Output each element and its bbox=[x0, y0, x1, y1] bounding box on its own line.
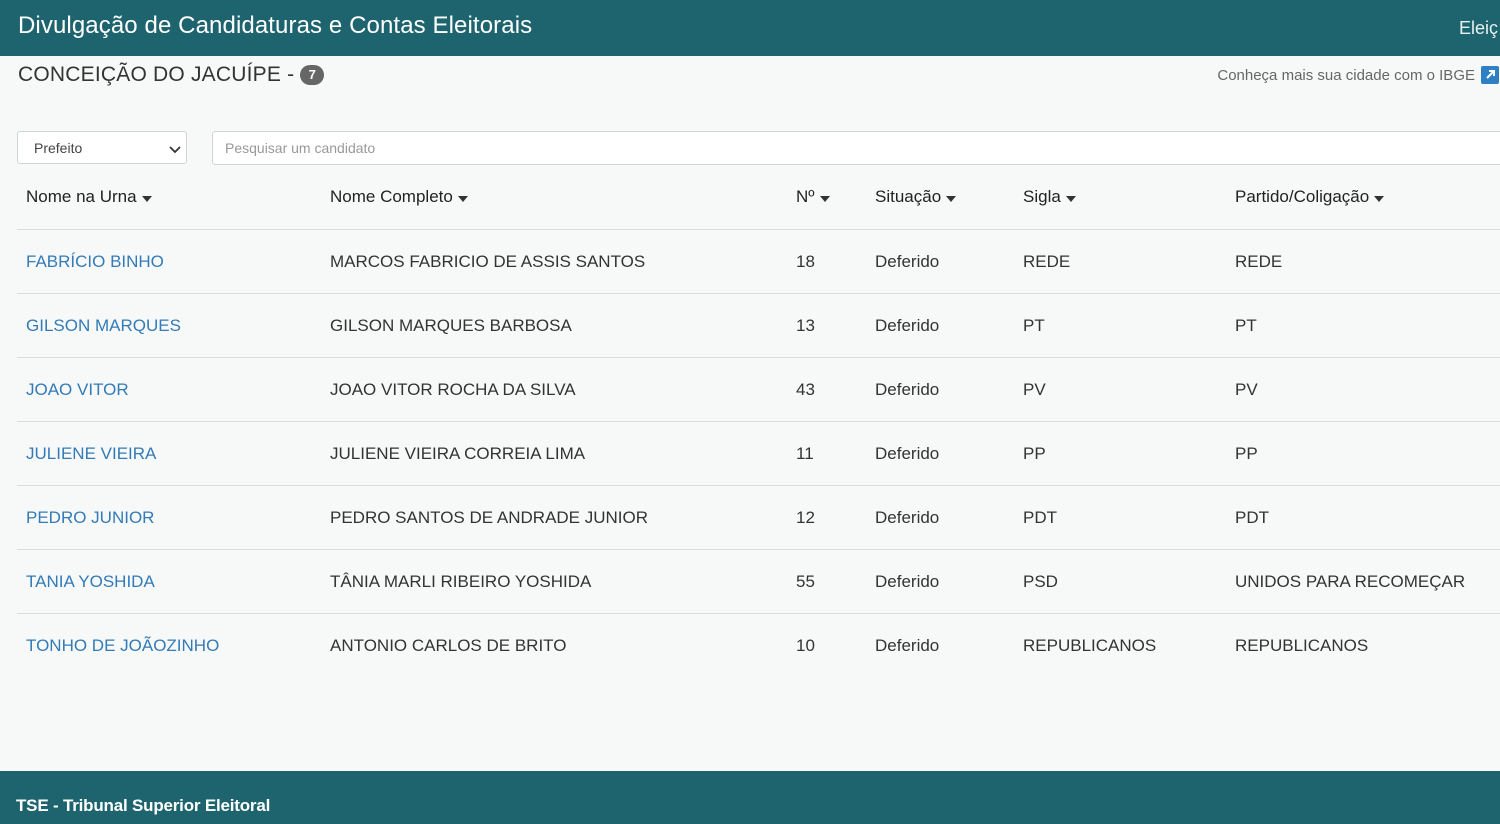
footer-text: TSE - Tribunal Superior Eleitoral bbox=[16, 796, 271, 815]
acronym-cell: PT bbox=[1023, 316, 1045, 335]
top-navbar: Divulgação de Candidaturas e Contas Elei… bbox=[0, 0, 1500, 56]
app-title[interactable]: Divulgação de Candidaturas e Contas Elei… bbox=[18, 12, 532, 40]
election-menu-link[interactable]: Eleiç bbox=[1459, 18, 1498, 39]
column-header-ballot-name[interactable]: Nome na Urna bbox=[26, 187, 152, 207]
ballot-name-link[interactable]: PEDRO JUNIOR bbox=[26, 508, 154, 528]
number-cell: 12 bbox=[796, 508, 815, 527]
column-header-full-name[interactable]: Nome Completo bbox=[330, 187, 468, 207]
column-header-label: Nº bbox=[796, 187, 815, 206]
sort-caret-icon bbox=[141, 196, 152, 202]
column-header-label: Partido/Coligação bbox=[1235, 187, 1370, 206]
candidate-search-input[interactable] bbox=[212, 131, 1500, 165]
ibge-link[interactable]: Conheça mais sua cidade com o IBGE bbox=[1217, 64, 1499, 86]
table-row: FABRÍCIO BINHO MARCOS FABRICIO DE ASSIS … bbox=[17, 230, 1500, 294]
city-header: CONCEIÇÃO DO JACUÍPE - 7 bbox=[18, 60, 325, 90]
acronym-cell: PDT bbox=[1023, 508, 1057, 527]
external-link-icon bbox=[1481, 66, 1499, 84]
party-coalition-cell: PDT bbox=[1235, 508, 1269, 527]
table-header: Nome na Urna Nome Completo Nº Situação S… bbox=[17, 166, 1500, 230]
ballot-name-link[interactable]: TANIA YOSHIDA bbox=[26, 572, 155, 592]
table-row: GILSON MARQUES GILSON MARQUES BARBOSA 13… bbox=[17, 294, 1500, 358]
status-cell: Deferido bbox=[875, 444, 940, 463]
party-coalition-cell: PV bbox=[1235, 380, 1258, 399]
number-cell: 18 bbox=[796, 252, 815, 271]
sort-caret-icon bbox=[819, 196, 830, 202]
acronym-cell: REDE bbox=[1023, 252, 1071, 271]
sort-caret-icon bbox=[457, 196, 468, 202]
sort-caret-icon bbox=[1065, 196, 1076, 202]
status-cell: Deferido bbox=[875, 572, 940, 591]
chevron-down-icon bbox=[168, 142, 182, 160]
ballot-name-link[interactable]: GILSON MARQUES bbox=[26, 316, 181, 336]
status-cell: Deferido bbox=[875, 380, 940, 399]
party-coalition-cell: PP bbox=[1235, 444, 1258, 463]
status-cell: Deferido bbox=[875, 252, 940, 271]
acronym-cell: PV bbox=[1023, 380, 1046, 399]
number-cell: 55 bbox=[796, 572, 815, 591]
footer: TSE - Tribunal Superior Eleitoral bbox=[0, 771, 1500, 824]
sort-caret-icon bbox=[946, 196, 957, 202]
ballot-name-link[interactable]: FABRÍCIO BINHO bbox=[26, 252, 164, 272]
number-cell: 43 bbox=[796, 380, 815, 399]
acronym-cell: PSD bbox=[1023, 572, 1058, 591]
table-row: PEDRO JUNIOR PEDRO SANTOS DE ANDRADE JUN… bbox=[17, 486, 1500, 550]
full-name-cell: JULIENE VIEIRA CORREIA LIMA bbox=[330, 444, 586, 463]
table-row: TANIA YOSHIDA TÂNIA MARLI RIBEIRO YOSHID… bbox=[17, 550, 1500, 614]
party-coalition-cell: REPUBLICANOS bbox=[1235, 636, 1369, 655]
party-coalition-cell: PT bbox=[1235, 316, 1257, 335]
column-header-number[interactable]: Nº bbox=[796, 187, 830, 207]
candidates-table: Nome na Urna Nome Completo Nº Situação S… bbox=[17, 166, 1500, 677]
number-cell: 10 bbox=[796, 636, 815, 655]
sort-caret-icon bbox=[1374, 196, 1385, 202]
column-header-label: Nome Completo bbox=[330, 187, 453, 206]
column-header-party-coalition[interactable]: Partido/Coligação bbox=[1235, 187, 1385, 207]
status-cell: Deferido bbox=[875, 636, 940, 655]
column-header-label: Sigla bbox=[1023, 187, 1061, 206]
full-name-cell: MARCOS FABRICIO DE ASSIS SANTOS bbox=[330, 252, 646, 271]
status-cell: Deferido bbox=[875, 316, 940, 335]
city-name: CONCEIÇÃO DO JACUÍPE - bbox=[18, 63, 295, 86]
full-name-cell: JOAO VITOR ROCHA DA SILVA bbox=[330, 380, 576, 399]
table-row: JOAO VITOR JOAO VITOR ROCHA DA SILVA 43 … bbox=[17, 358, 1500, 422]
table-row: JULIENE VIEIRA JULIENE VIEIRA CORREIA LI… bbox=[17, 422, 1500, 486]
table-row: TONHO DE JOÃOZINHO ANTONIO CARLOS DE BRI… bbox=[17, 614, 1500, 677]
status-cell: Deferido bbox=[875, 508, 940, 527]
column-header-label: Nome na Urna bbox=[26, 187, 137, 206]
ibge-link-label: Conheça mais sua cidade com o IBGE bbox=[1217, 66, 1475, 84]
party-coalition-cell: UNIDOS PARA RECOMEÇAR bbox=[1235, 572, 1466, 591]
ballot-name-link[interactable]: JOAO VITOR bbox=[26, 380, 129, 400]
number-cell: 11 bbox=[796, 444, 814, 463]
full-name-cell: PEDRO SANTOS DE ANDRADE JUNIOR bbox=[330, 508, 649, 527]
column-header-label: Situação bbox=[875, 187, 942, 206]
number-cell: 13 bbox=[796, 316, 815, 335]
office-select-value: Prefeito bbox=[34, 140, 83, 156]
office-select[interactable]: Prefeito bbox=[17, 131, 187, 164]
column-header-acronym[interactable]: Sigla bbox=[1023, 187, 1076, 207]
full-name-cell: TÂNIA MARLI RIBEIRO YOSHIDA bbox=[330, 572, 592, 591]
acronym-cell: PP bbox=[1023, 444, 1046, 463]
full-name-cell: GILSON MARQUES BARBOSA bbox=[330, 316, 572, 335]
acronym-cell: REPUBLICANOS bbox=[1023, 636, 1157, 655]
ballot-name-link[interactable]: TONHO DE JOÃOZINHO bbox=[26, 636, 219, 656]
column-header-status[interactable]: Situação bbox=[875, 187, 957, 207]
full-name-cell: ANTONIO CARLOS DE BRITO bbox=[330, 636, 567, 655]
party-coalition-cell: REDE bbox=[1235, 252, 1283, 271]
candidate-count-badge: 7 bbox=[300, 65, 325, 85]
ballot-name-link[interactable]: JULIENE VIEIRA bbox=[26, 444, 156, 464]
